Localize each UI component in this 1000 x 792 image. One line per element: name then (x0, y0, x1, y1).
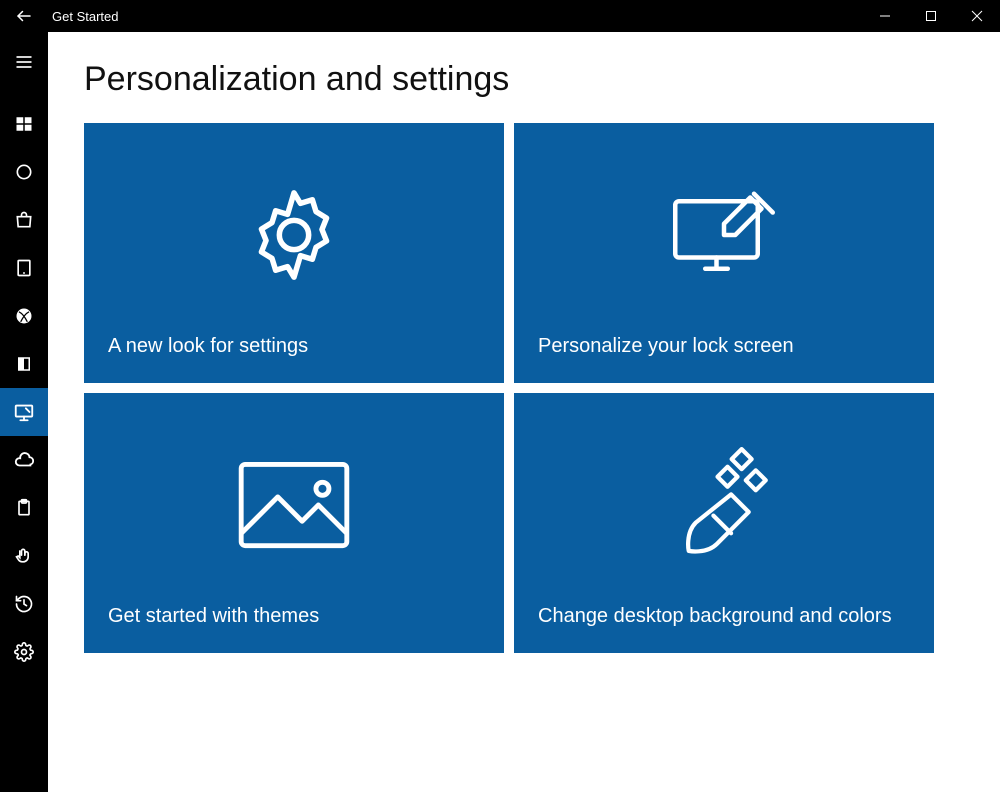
close-button[interactable] (954, 0, 1000, 32)
touch-icon (14, 546, 34, 566)
tablet-icon (14, 258, 34, 278)
lockscreen-icon (664, 180, 784, 295)
tile-label: A new look for settings (108, 334, 480, 359)
sidebar-history[interactable] (0, 580, 48, 628)
tile-background[interactable]: Change desktop background and colors (514, 393, 934, 653)
tile-themes[interactable]: Get started with themes (84, 393, 504, 653)
sidebar-store[interactable] (0, 196, 48, 244)
tile-label: Change desktop background and colors (538, 604, 910, 629)
page-title: Personalization and settings (84, 60, 964, 99)
personalization-icon (13, 401, 35, 423)
sidebar-settings[interactable] (0, 628, 48, 676)
sidebar-windows[interactable] (0, 100, 48, 148)
history-icon (14, 594, 34, 614)
content-area: Personalization and settings A new look … (48, 32, 1000, 792)
xbox-icon (14, 306, 34, 326)
sidebar-xbox[interactable] (0, 292, 48, 340)
sidebar-hamburger[interactable] (0, 38, 48, 86)
window-title: Get Started (48, 9, 118, 24)
clipboard-icon (14, 498, 34, 518)
sidebar-touch[interactable] (0, 532, 48, 580)
maximize-button[interactable] (908, 0, 954, 32)
tile-label: Personalize your lock screen (538, 334, 910, 359)
store-icon (14, 210, 34, 230)
settings-icon (14, 642, 34, 662)
gear-icon (239, 180, 349, 295)
sidebar-onedrive[interactable] (0, 436, 48, 484)
sidebar (0, 32, 48, 792)
sidebar-personalization[interactable] (0, 388, 48, 436)
cortana-icon (14, 162, 34, 182)
sidebar-cortana[interactable] (0, 148, 48, 196)
titlebar: Get Started (0, 0, 1000, 32)
tile-label: Get started with themes (108, 604, 480, 629)
picture-icon (229, 450, 359, 565)
sidebar-office[interactable] (0, 340, 48, 388)
tile-settings-look[interactable]: A new look for settings (84, 123, 504, 383)
back-button[interactable] (0, 0, 48, 32)
minimize-button[interactable] (862, 0, 908, 32)
hamburger-icon (14, 52, 34, 72)
tile-grid: A new look for settings Perso (84, 123, 964, 653)
office-icon (15, 355, 33, 373)
windows-icon (15, 115, 33, 133)
onedrive-icon (13, 449, 35, 471)
paintbrush-icon (669, 445, 779, 570)
sidebar-clipboard[interactable] (0, 484, 48, 532)
tile-lock-screen[interactable]: Personalize your lock screen (514, 123, 934, 383)
sidebar-tablet[interactable] (0, 244, 48, 292)
